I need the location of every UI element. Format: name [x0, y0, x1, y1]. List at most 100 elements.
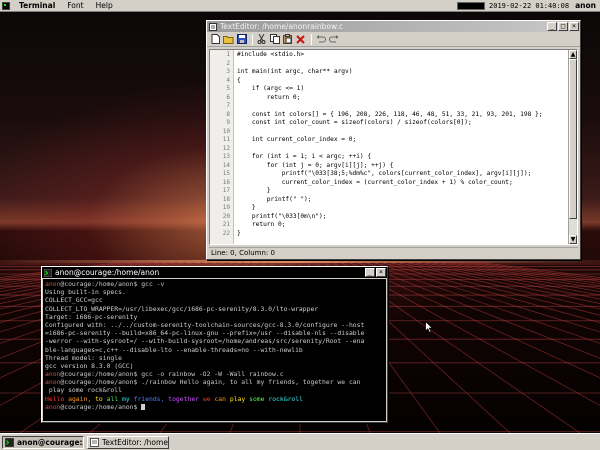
code-editor[interactable]: 1 2 3 4 5 6 7 8 9 10 11 12 13 14 15 16 17 18 19 20 21 22 #inc… [209, 49, 578, 245]
line-number: 21 [222, 221, 230, 228]
taskbar-item-label: anon@courage:/home/a... [17, 437, 83, 447]
scroll-up-arrow-icon[interactable]: ▲ [569, 50, 577, 59]
rainbow-word: some [249, 394, 265, 403]
cpu-graph-icon [457, 1, 486, 10]
rainbow-word: to [95, 394, 103, 403]
terminal-titlebar[interactable]: anon@courage:/home/anon _ × [42, 267, 387, 278]
menubar: Terminal Font Help 2019-02-22 01:40:08 a… [0, 0, 600, 12]
terminal-line: ble-languages=c,c++ --disable-lto --enab… [45, 345, 303, 354]
rainbow-word: can [214, 394, 226, 403]
line-number: 15 [222, 170, 230, 177]
delete-icon[interactable] [295, 34, 306, 45]
rainbow-word: play [229, 394, 246, 403]
line-number: 12 [222, 144, 230, 152]
rainbow-output-line: Hello again, to all my friends, together… [45, 395, 384, 403]
mouse-cursor-icon [425, 321, 433, 333]
terminal-line: COLLECT_LTO_WRAPPER=/usr/libexec/gcc/i68… [45, 304, 319, 313]
editor-titlebar[interactable]: TextEditor: /home/anonrainbow.c _ □ × [207, 21, 580, 32]
menu-terminal[interactable]: Terminal [13, 1, 61, 10]
undo-icon[interactable] [315, 34, 326, 45]
prompt-user: anon [45, 370, 61, 379]
prompt-command: @courage:/home/anon$ ./rainbow Hello aga… [60, 378, 361, 387]
prompt-command: @courage:/home/anon$ [60, 402, 142, 411]
line-number: 8 [226, 110, 230, 118]
line-number: 1 [226, 51, 230, 58]
rainbow-word: rock&roll [268, 394, 303, 403]
terminal-icon [44, 268, 52, 277]
clock: 2019-02-22 01:40:08 [489, 1, 570, 10]
scroll-down-arrow-icon[interactable]: ▼ [569, 235, 577, 244]
terminal-line: Using built-in specs. [45, 288, 126, 297]
editor-statusbar: Line: 0, Column: 0 [209, 247, 578, 258]
prompt-user: anon [45, 402, 61, 411]
taskbar-item-text-editor[interactable]: TextEditor: /home/a... [87, 435, 169, 449]
terminal-line: play some rock&roll [45, 386, 122, 395]
terminal-line: COLLECT_GCC=gcc [45, 296, 103, 305]
menu-help[interactable]: Help [90, 1, 119, 10]
line-number: 16 [222, 178, 230, 186]
terminal-line: Configured with: ../../custom-serenity-t… [45, 320, 365, 329]
save-file-icon[interactable] [236, 34, 247, 45]
line-number: 4 [226, 76, 230, 84]
scrollbar-thumb[interactable] [569, 59, 577, 219]
toolbar-separator [311, 33, 312, 45]
minimize-button[interactable]: _ [547, 22, 557, 31]
line-number: 17 [222, 187, 230, 194]
code-line: } [237, 187, 271, 194]
line-number: 3 [226, 68, 230, 75]
text-editor-window: TextEditor: /home/anonrainbow.c _ □ × 1 … [206, 20, 581, 260]
line-number: 10 [222, 127, 230, 135]
terminal-line: -werror --with-sysroot=/ --with-build-sy… [45, 337, 365, 346]
redo-icon[interactable] [328, 34, 339, 45]
cut-icon[interactable] [256, 34, 267, 45]
code-text[interactable]: #include <stdio.h> int main(int argc, cha… [234, 50, 568, 244]
terminal-icon [5, 437, 14, 447]
terminal-line: Target: i686-pc-serenity [45, 312, 138, 321]
code-line: return 0; [237, 93, 301, 101]
code-line: int current_color_index = 0; [237, 136, 357, 143]
line-number-gutter: 1 2 3 4 5 6 7 8 9 10 11 12 13 14 15 16 17 18 19 20 21 22 [210, 50, 234, 244]
paste-icon[interactable] [282, 34, 293, 45]
terminal-output[interactable]: anon@courage:/home/anon$ gcc -v Using bui… [43, 279, 386, 421]
taskbar-item-terminal[interactable]: anon@courage:/home/a... [2, 435, 84, 449]
rainbow-word: we [202, 394, 211, 403]
line-number: 13 [222, 153, 230, 160]
rainbow-word: again, [68, 394, 92, 403]
terminal-line: =i686-pc-serenity --build=x86_64-pc-linu… [45, 329, 365, 338]
text-editor-icon [209, 22, 217, 31]
rainbow-word: my [122, 394, 130, 403]
code-line: printf(" "); [237, 195, 312, 203]
prompt-user: anon [45, 378, 61, 387]
minimize-button[interactable]: _ [365, 268, 375, 277]
code-line: int main(int argc, char** argv) [237, 68, 353, 75]
line-number: 6 [226, 93, 230, 101]
code-line: if (argc <= 1) [237, 85, 305, 92]
text-editor-icon [90, 437, 99, 447]
prompt-user: anon [45, 280, 61, 288]
terminal-title: anon@courage:/home/anon [55, 268, 160, 277]
copy-icon[interactable] [269, 34, 280, 45]
open-file-icon[interactable] [223, 34, 234, 45]
close-button[interactable]: × [376, 268, 386, 277]
line-number: 7 [226, 102, 230, 109]
maximize-button[interactable]: □ [558, 22, 568, 31]
code-line: { [237, 76, 241, 84]
vertical-scrollbar[interactable]: ▲ ▼ [568, 50, 577, 244]
taskbar-item-label: TextEditor: /home/a... [102, 437, 168, 447]
line-number: 19 [222, 204, 230, 211]
editor-toolbar [207, 32, 580, 47]
line-number: 9 [226, 119, 230, 126]
code-line: for (int j = 0; argv[i][j]; ++j) { [237, 161, 394, 169]
prompt-command: @courage:/home/anon$ gcc -o rainbow -O2 … [60, 370, 284, 379]
menu-font[interactable]: Font [61, 1, 89, 10]
rainbow-word: Hello [45, 394, 65, 403]
line-number: 14 [222, 161, 230, 169]
close-button[interactable]: × [569, 22, 579, 31]
code-line: return 0; [237, 221, 286, 228]
terminal-line: anon@courage:/home/anon$ ./rainbow Hello… [45, 378, 384, 386]
new-file-icon[interactable] [210, 34, 221, 45]
current-user: anon [575, 1, 596, 10]
